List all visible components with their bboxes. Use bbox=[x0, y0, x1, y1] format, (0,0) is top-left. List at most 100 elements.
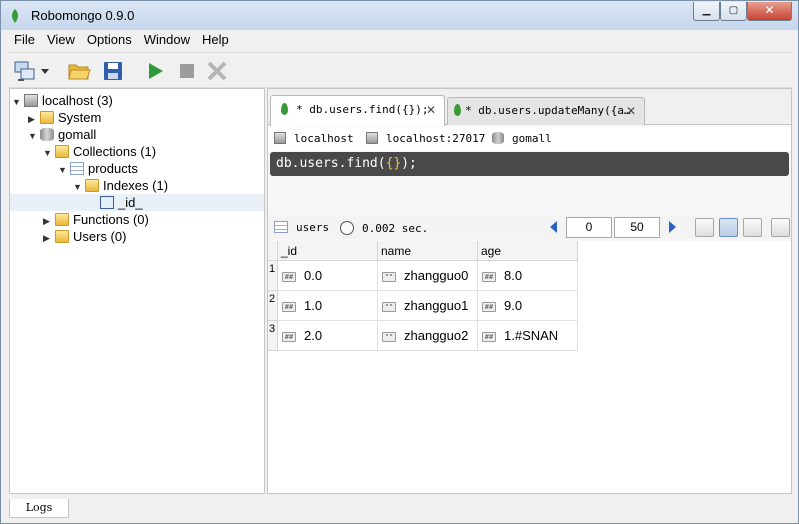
number-type-icon: ## bbox=[282, 332, 296, 342]
row-number[interactable]: 3 bbox=[268, 321, 278, 351]
title-bar: Robomongo 0.9.0 ▁ ▢ ✕ bbox=[0, 0, 799, 30]
chevron-right-icon[interactable]: ▶ bbox=[43, 230, 53, 247]
folder-icon bbox=[55, 145, 69, 158]
tab-query-updatemany[interactable]: * db.users.updateMany({a… ✕ bbox=[447, 97, 645, 125]
chevron-down-icon[interactable]: ▼ bbox=[58, 162, 68, 179]
stop-icon[interactable] bbox=[175, 59, 199, 83]
text-view-button[interactable] bbox=[743, 218, 762, 237]
number-type-icon: ## bbox=[282, 272, 296, 282]
address-label: localhost:27017 bbox=[366, 132, 485, 145]
dropdown-arrow-icon[interactable] bbox=[39, 59, 51, 83]
table-cell[interactable]: ## 1.#SNAN bbox=[478, 321, 578, 351]
run-icon[interactable] bbox=[143, 59, 167, 83]
column-header-name[interactable]: name bbox=[378, 241, 478, 261]
tree-view-button[interactable] bbox=[695, 218, 714, 237]
menu-bar: File View Options Window Help bbox=[9, 30, 236, 50]
server-icon bbox=[24, 94, 38, 107]
number-type-icon: ## bbox=[282, 302, 296, 312]
table-cell[interactable]: ## 9.0 bbox=[478, 291, 578, 321]
tab-bar: * db.users.find({}); ✕ * db.users.update… bbox=[268, 89, 791, 126]
collection-label: users bbox=[274, 221, 329, 234]
row-number[interactable]: 1 bbox=[268, 261, 278, 291]
server-label: localhost bbox=[274, 132, 354, 145]
table-cell[interactable]: "" zhangguo2 bbox=[378, 321, 478, 351]
menu-window[interactable]: Window bbox=[139, 30, 195, 49]
tree-node-gomall[interactable]: ▼ gomall bbox=[28, 126, 96, 143]
robomongo-leaf-icon bbox=[12, 9, 18, 23]
corner-header bbox=[268, 241, 278, 261]
table-icon bbox=[70, 162, 84, 175]
tab-query-find[interactable]: * db.users.find({}); ✕ bbox=[270, 95, 445, 126]
row-number[interactable]: 2 bbox=[268, 291, 278, 321]
explorer-tree: ▼ localhost (3) ▶ System ▼ gomall ▼ Collecti… bbox=[9, 88, 265, 494]
time-label: 0.002 sec. bbox=[340, 221, 428, 235]
minimize-button[interactable]: ▁ bbox=[693, 2, 720, 21]
chevron-down-icon[interactable]: ▼ bbox=[28, 128, 38, 145]
connection-info-bar: localhost localhost:27017 gomall bbox=[268, 127, 791, 151]
leaf-icon bbox=[281, 103, 288, 115]
maximize-results-button[interactable] bbox=[771, 218, 790, 237]
tree-node-indexes[interactable]: ▼ Indexes (1) bbox=[73, 177, 168, 194]
clock-icon bbox=[340, 221, 354, 235]
query-editor[interactable]: db.users.find({}); bbox=[270, 152, 789, 176]
close-window-button[interactable]: ✕ bbox=[747, 2, 792, 21]
string-type-icon: "" bbox=[382, 272, 396, 282]
chevron-down-icon[interactable]: ▼ bbox=[12, 94, 22, 111]
leaf-icon bbox=[454, 104, 461, 116]
number-type-icon: ## bbox=[482, 332, 496, 342]
string-type-icon: "" bbox=[382, 332, 396, 342]
computer-icon bbox=[366, 132, 378, 144]
results-grid: _id name age 1 ## 0.0 "" zhangguo0 ## 8.0 2… bbox=[268, 241, 791, 493]
column-header-id[interactable]: _id bbox=[278, 241, 378, 261]
rotate-icon[interactable] bbox=[205, 59, 229, 83]
tree-node-id-index[interactable]: _id_ bbox=[10, 194, 264, 211]
database-icon bbox=[492, 132, 504, 144]
tree-node-localhost[interactable]: ▼ localhost (3) bbox=[12, 92, 113, 109]
skip-input[interactable]: 0 bbox=[566, 217, 612, 238]
open-folder-icon[interactable] bbox=[67, 59, 91, 83]
database-label: gomall bbox=[492, 132, 552, 145]
folder-icon bbox=[55, 230, 69, 243]
next-page-icon[interactable] bbox=[669, 221, 676, 233]
folder-icon bbox=[85, 179, 99, 192]
maximize-button[interactable]: ▢ bbox=[720, 2, 747, 21]
menu-file[interactable]: File bbox=[9, 30, 40, 49]
server-icon bbox=[274, 132, 286, 144]
table-cell[interactable]: ## 0.0 bbox=[278, 261, 378, 291]
menu-help[interactable]: Help bbox=[197, 30, 234, 49]
bottom-bar: Logs bbox=[9, 496, 792, 518]
query-panel: * db.users.find({}); ✕ * db.users.update… bbox=[267, 88, 792, 494]
table-cell[interactable]: "" zhangguo1 bbox=[378, 291, 478, 321]
folder-icon bbox=[40, 111, 54, 124]
window-title: Robomongo 0.9.0 bbox=[31, 8, 135, 23]
connect-icon[interactable] bbox=[13, 59, 37, 83]
string-type-icon: "" bbox=[382, 302, 396, 312]
number-type-icon: ## bbox=[482, 272, 496, 282]
table-cell[interactable]: ## 2.0 bbox=[278, 321, 378, 351]
tab-close-icon[interactable]: ✕ bbox=[626, 98, 636, 124]
index-icon bbox=[100, 196, 114, 209]
menu-options[interactable]: Options bbox=[82, 30, 137, 49]
tree-node-system[interactable]: ▶ System bbox=[28, 109, 101, 126]
table-cell[interactable]: ## 1.0 bbox=[278, 291, 378, 321]
table-cell[interactable]: ## 8.0 bbox=[478, 261, 578, 291]
number-type-icon: ## bbox=[482, 302, 496, 312]
prev-page-icon[interactable] bbox=[550, 221, 557, 233]
tab-close-icon[interactable]: ✕ bbox=[426, 96, 436, 124]
save-icon[interactable] bbox=[101, 59, 125, 83]
table-icon bbox=[274, 221, 288, 233]
folder-icon bbox=[55, 213, 69, 226]
tree-node-products[interactable]: ▼ products bbox=[58, 160, 138, 177]
table-view-button[interactable] bbox=[719, 218, 738, 237]
tree-node-users[interactable]: ▶ Users (0) bbox=[43, 228, 126, 245]
menu-view[interactable]: View bbox=[42, 30, 80, 49]
chevron-down-icon[interactable]: ▼ bbox=[43, 145, 53, 162]
limit-input[interactable]: 50 bbox=[614, 217, 660, 238]
logs-tab[interactable]: Logs bbox=[9, 499, 69, 518]
database-icon bbox=[40, 128, 54, 141]
tree-node-functions[interactable]: ▶ Functions (0) bbox=[43, 211, 149, 228]
table-cell[interactable]: "" zhangguo0 bbox=[378, 261, 478, 291]
column-header-age[interactable]: age bbox=[478, 241, 578, 261]
toolbar bbox=[9, 52, 792, 88]
tree-node-collections[interactable]: ▼ Collections (1) bbox=[43, 143, 156, 160]
